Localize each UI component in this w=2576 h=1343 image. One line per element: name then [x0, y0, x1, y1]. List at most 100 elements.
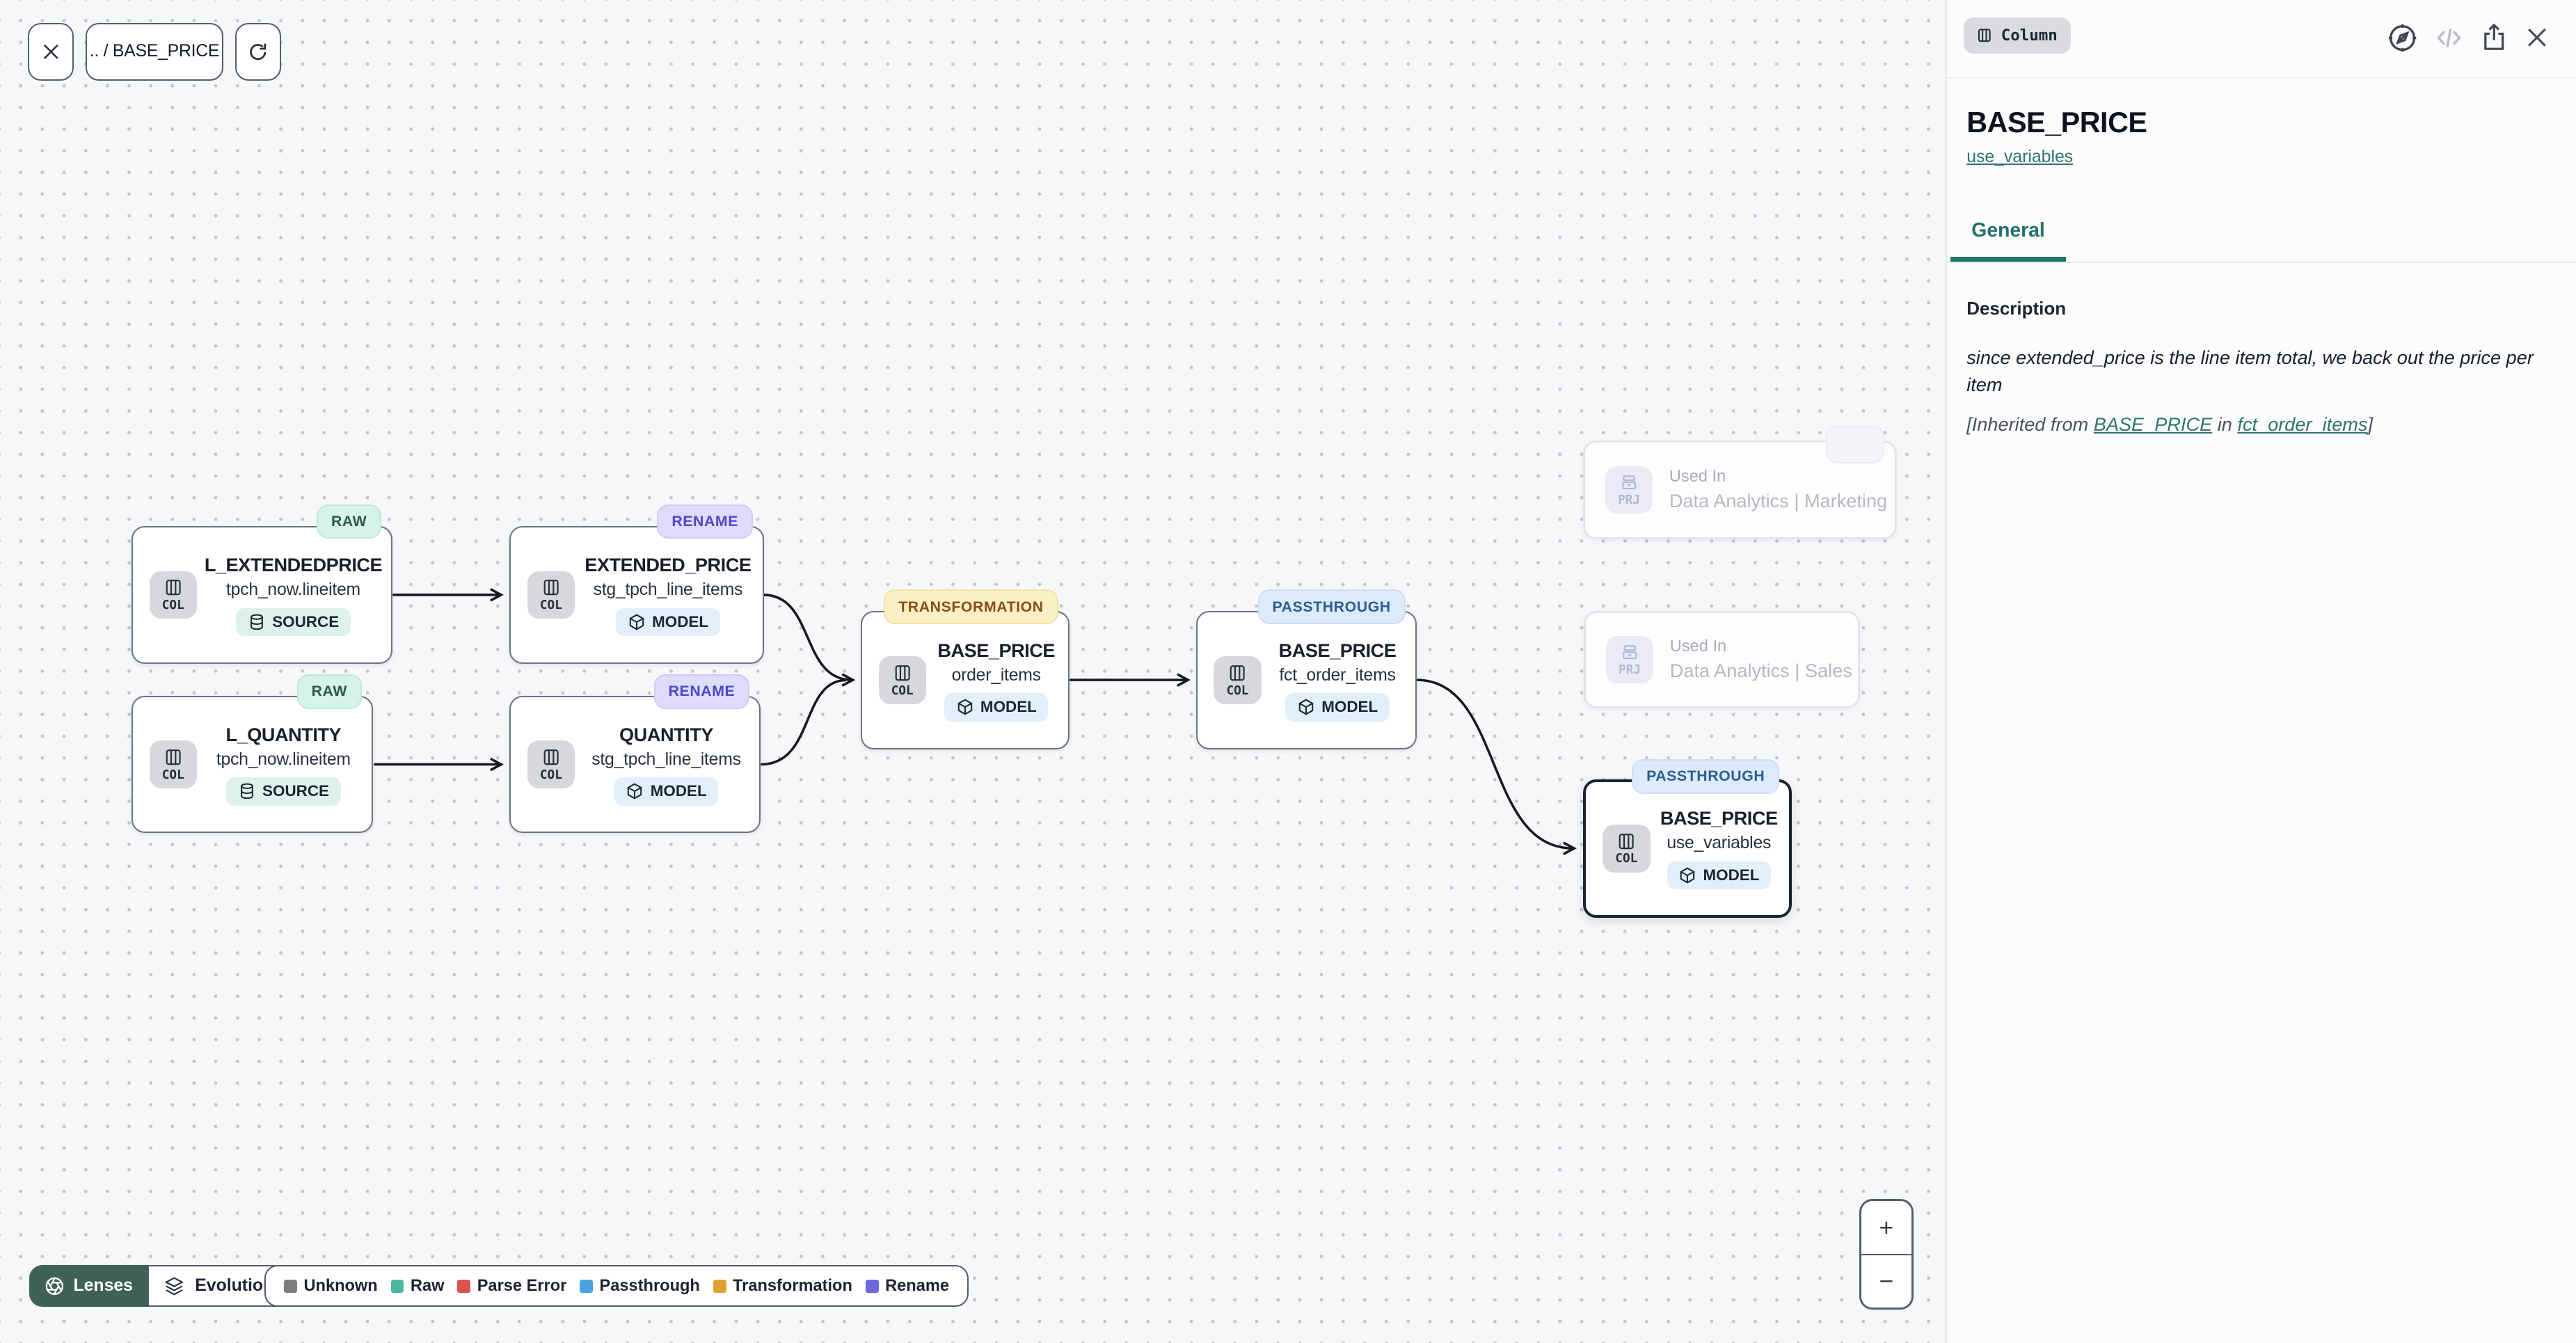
- code-icon: [2433, 22, 2465, 54]
- legend-item: Rename: [866, 1277, 949, 1296]
- column-type-chip: COL: [1603, 825, 1650, 872]
- used-in-name: Data Analytics | Marketing: [1669, 490, 1887, 512]
- node-kind-tag: MODEL: [616, 608, 719, 636]
- inherited-text: [Inherited from: [1966, 413, 2094, 435]
- node-title: QUANTITY: [619, 724, 713, 746]
- columns-icon: [541, 747, 561, 767]
- legend-label: Transformation: [733, 1277, 852, 1296]
- project-type-chip: PRJ: [1606, 636, 1653, 683]
- details-panel: Column BASE_PRICE use_variables General …: [1946, 0, 2576, 1343]
- evolution-badge: RENAME: [657, 504, 752, 539]
- legend-label: Parse Error: [477, 1277, 567, 1296]
- columns-icon: [164, 578, 183, 597]
- column-type-chip: COL: [527, 571, 575, 619]
- legend-label: Rename: [885, 1277, 949, 1296]
- legend-label: Unknown: [303, 1277, 377, 1296]
- columns-icon: [1976, 27, 1993, 44]
- tag-label: SOURCE: [272, 613, 339, 631]
- cube-icon: [956, 698, 974, 716]
- tag-label: MODEL: [980, 698, 1037, 716]
- lineage-node-extended-price[interactable]: RENAME COL EXTENDED_PRICE stg_tpch_line_…: [509, 526, 764, 664]
- node-title: BASE_PRICE: [937, 639, 1055, 662]
- lineage-node-base-price-fct-order-items[interactable]: PASSTHROUGH COL BASE_PRICE fct_order_ite…: [1196, 611, 1417, 749]
- used-in-node-marketing[interactable]: PRJ Used In Data Analytics | Marketing: [1583, 440, 1896, 539]
- node-kind-tag: SOURCE: [236, 608, 350, 636]
- tag-label: MODEL: [652, 613, 708, 631]
- column-type-chip: COL: [879, 656, 926, 704]
- close-graph-button[interactable]: [28, 23, 74, 81]
- tab-general[interactable]: General: [1950, 219, 2067, 262]
- columns-icon: [541, 578, 561, 597]
- chip-label: COL: [162, 600, 184, 612]
- entity-type-label: Column: [2001, 26, 2058, 45]
- node-subtitle: stg_tpch_line_items: [591, 750, 741, 770]
- node-kind-tag: MODEL: [944, 693, 1048, 721]
- column-type-chip: COL: [150, 740, 197, 788]
- lineage-edge: [1417, 680, 1574, 848]
- legend-item: Unknown: [284, 1277, 378, 1296]
- lineage-node-l-quantity[interactable]: RAW COL L_QUANTITY tpch_now.lineitem SOU…: [132, 696, 373, 833]
- close-icon: [40, 41, 62, 63]
- used-in-node-sales[interactable]: PRJ Used In Data Analytics | Sales: [1584, 611, 1860, 708]
- lenses-button[interactable]: Lenses: [29, 1265, 148, 1307]
- app-window: .. / BASE_PRICE PRJ Used In Data Analyti…: [0, 0, 2576, 1343]
- legend-swatch: [580, 1280, 593, 1293]
- node-title: L_EXTENDEDPRICE: [205, 554, 382, 576]
- chip-label: COL: [162, 770, 184, 782]
- chip-label: COL: [540, 770, 562, 782]
- close-panel-button[interactable]: [2524, 24, 2550, 51]
- node-subtitle: stg_tpch_line_items: [594, 580, 743, 600]
- archive-icon: [1620, 642, 1639, 662]
- inherited-note: [Inherited from BASE_PRICE in fct_order_…: [1966, 413, 2557, 436]
- zoom-in-button[interactable]: +: [1861, 1201, 1911, 1255]
- column-type-chip: COL: [527, 740, 575, 788]
- zoom-controls: + −: [1859, 1199, 1914, 1310]
- lineage-node-l-extendedprice[interactable]: RAW COL L_EXTENDEDPRICE tpch_now.lineite…: [132, 526, 392, 664]
- node-kind-tag: MODEL: [1667, 861, 1771, 889]
- database-icon: [238, 782, 256, 800]
- legend-swatch: [713, 1280, 726, 1293]
- breadcrumb[interactable]: .. / BASE_PRICE: [86, 23, 223, 81]
- model-link[interactable]: use_variables: [1966, 148, 2073, 167]
- inherited-column-link[interactable]: BASE_PRICE: [2094, 413, 2212, 435]
- chip-label: COL: [540, 600, 562, 612]
- lineage-node-base-price-order-items[interactable]: TRANSFORMATION COL BASE_PRICE order_item…: [861, 611, 1070, 749]
- columns-icon: [1616, 832, 1636, 851]
- lineage-node-quantity[interactable]: RENAME COL QUANTITY stg_tpch_line_items …: [509, 696, 761, 833]
- evolution-badge: RENAME: [654, 674, 749, 709]
- evolution-badge: TRANSFORMATION: [884, 589, 1058, 624]
- cube-icon: [1678, 866, 1696, 884]
- node-title: EXTENDED_PRICE: [585, 554, 751, 576]
- share-button[interactable]: [2479, 23, 2509, 53]
- close-icon: [2524, 24, 2550, 51]
- refresh-button[interactable]: [235, 23, 281, 81]
- lineage-node-base-price-use-variables[interactable]: PASSTHROUGH COL BASE_PRICE use_variables…: [1583, 779, 1792, 917]
- refresh-icon: [246, 40, 270, 64]
- zoom-out-button[interactable]: −: [1861, 1255, 1911, 1308]
- legend-swatch: [866, 1280, 879, 1293]
- node-kind-tag: MODEL: [1285, 693, 1389, 721]
- lineage-canvas[interactable]: .. / BASE_PRICE PRJ Used In Data Analyti…: [0, 0, 1946, 1343]
- node-kind-tag: SOURCE: [226, 777, 340, 805]
- node-title: BASE_PRICE: [1660, 807, 1778, 829]
- inherited-text: in: [2212, 413, 2237, 435]
- lenses-label: Lenses: [74, 1276, 133, 1296]
- columns-icon: [164, 747, 183, 767]
- cube-icon: [1297, 698, 1315, 716]
- code-view-button[interactable]: [2433, 22, 2465, 54]
- cube-icon: [626, 782, 644, 800]
- legend-swatch: [284, 1280, 297, 1293]
- description-label: Description: [1966, 298, 2557, 319]
- used-in-name: Data Analytics | Sales: [1670, 660, 1852, 682]
- panel-tabs: General: [1947, 214, 2576, 263]
- entity-type-badge: Column: [1964, 17, 2071, 54]
- inherited-model-link[interactable]: fct_order_items: [2237, 413, 2367, 435]
- used-in-label: Used In: [1670, 637, 1852, 656]
- navigate-button[interactable]: [2386, 22, 2419, 54]
- used-in-label: Used In: [1669, 468, 1887, 486]
- project-type-chip: PRJ: [1605, 466, 1653, 514]
- node-subtitle: fct_order_items: [1279, 666, 1395, 685]
- compass-icon: [2386, 22, 2419, 54]
- legend-label: Passthrough: [600, 1277, 700, 1296]
- aperture-icon: [44, 1276, 65, 1297]
